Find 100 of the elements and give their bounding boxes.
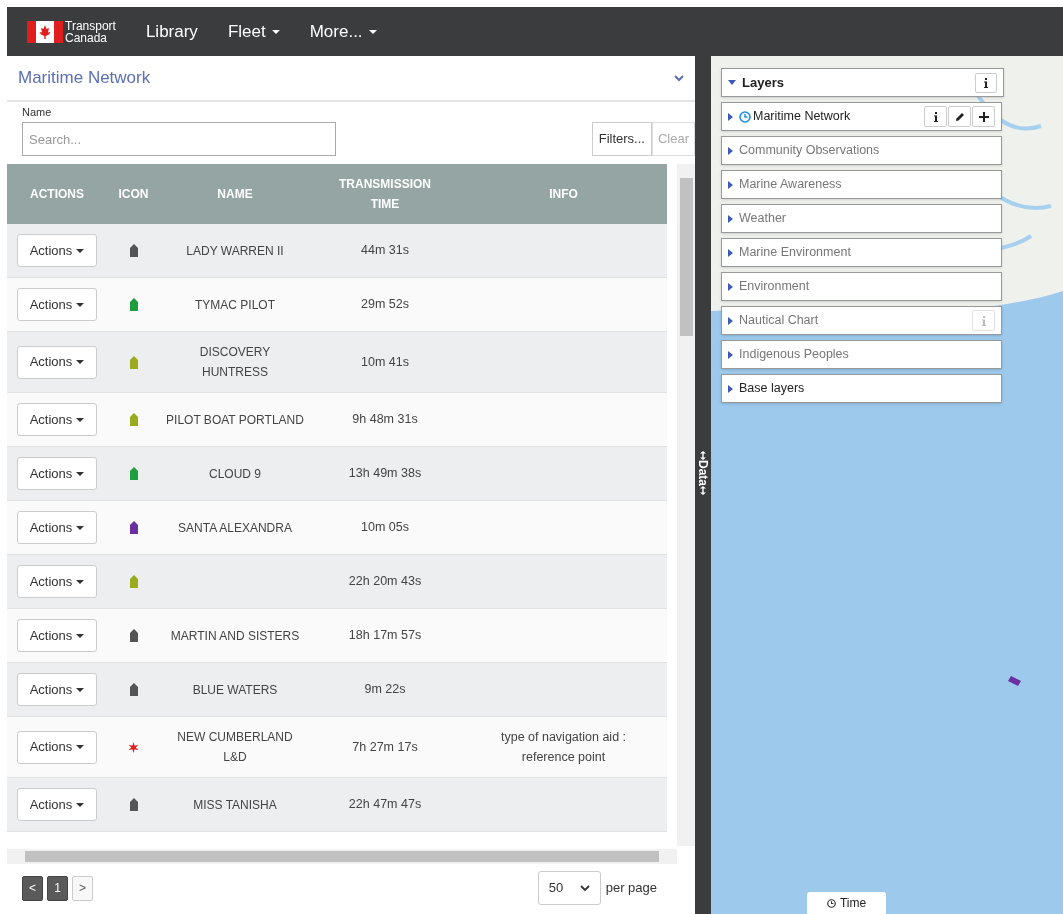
filters-button[interactable]: Filters... <box>591 122 652 156</box>
column-header: ICON <box>117 186 150 203</box>
actions-button[interactable]: Actions <box>17 565 97 598</box>
table-cell: 10m 05s <box>361 520 409 535</box>
add-button[interactable] <box>972 106 995 127</box>
table-cell: NEW CUMBERLAND L&D <box>177 730 293 764</box>
actions-button[interactable]: Actions <box>17 788 97 821</box>
edit-button[interactable] <box>948 106 971 127</box>
caret-icon <box>76 471 85 476</box>
page-button[interactable]: 1 <box>47 875 68 901</box>
table-row[interactable]: Actions PILOT BOAT PORTLAND 9h 48m 31s <box>7 393 667 447</box>
table-cell: SANTA ALEXANDRA <box>178 520 292 535</box>
brand-text: Canada <box>65 31 108 44</box>
actions-button[interactable]: Actions <box>17 457 97 490</box>
table-cell: 7h 27m 17s <box>352 739 418 754</box>
caret-icon <box>76 687 85 692</box>
table-cell: 13h 49m 38s <box>348 466 422 481</box>
layer-item[interactable]: Nautical Chart <box>721 306 1002 335</box>
actions-button[interactable]: Actions <box>17 511 97 544</box>
layer-item[interactable]: Base layers <box>721 374 1002 403</box>
table-cell: 44m 31s <box>361 243 409 258</box>
table-row[interactable]: Actions TYMAC PILOT 29m 52s <box>7 278 667 332</box>
table-row[interactable]: Actions SANTA ALEXANDRA 10m 05s <box>7 501 667 555</box>
layer-label: Nautical Chart <box>739 312 819 330</box>
caret-icon <box>728 248 733 257</box>
column-header: TRANSMISSION TIME <box>338 176 432 213</box>
nav-link[interactable]: Library <box>145 18 198 45</box>
layer-label: Marine Environment <box>739 244 851 262</box>
actions-button[interactable]: Actions <box>17 673 97 706</box>
actions-button[interactable]: Actions <box>17 619 97 652</box>
table-row[interactable]: Actions MISS TANISHA 22h 47m 47s <box>7 778 667 832</box>
per-page-select[interactable]: 50 <box>537 871 601 905</box>
table-cell: 9m 22s <box>364 682 406 697</box>
caret-icon <box>728 384 733 393</box>
resize-arrow-icon <box>700 451 706 460</box>
layer-item[interactable]: Environment <box>721 272 1002 301</box>
chevron-down-icon[interactable] <box>674 74 684 82</box>
layer-label: Environment <box>739 278 810 296</box>
layers-title: Layers <box>742 73 784 92</box>
caret-icon <box>76 802 85 807</box>
page-button[interactable]: > <box>72 875 93 901</box>
layer-item[interactable]: Indigenous Peoples <box>721 340 1002 369</box>
table-row[interactable]: Actions MARTIN AND SISTERS 18h 17m 57s <box>7 609 667 663</box>
layer-label: Weather <box>739 210 786 228</box>
layer-label: Indigenous Peoples <box>739 346 849 364</box>
table-cell: CLOUD 9 <box>209 466 261 481</box>
caret-icon <box>728 350 733 359</box>
caret-icon <box>728 214 733 223</box>
table-cell: type of navigation aid : reference point <box>500 730 627 764</box>
actions-button[interactable]: Actions <box>17 345 97 379</box>
info-button[interactable] <box>924 106 947 127</box>
nav-link[interactable]: More... <box>309 18 377 45</box>
table-cell: MARTIN AND SISTERS <box>170 628 300 643</box>
actions-button[interactable]: Actions <box>17 403 97 436</box>
horizontal-scrollbar[interactable] <box>7 849 677 864</box>
info-button[interactable] <box>975 72 997 93</box>
vertical-scrollbar[interactable] <box>677 164 695 846</box>
info-icon <box>984 77 988 88</box>
clock-icon <box>826 898 836 908</box>
layers-header[interactable]: Layers <box>721 68 1004 97</box>
table-row[interactable]: Actions 22h 20m 43s <box>7 555 667 609</box>
time-button[interactable]: Time <box>807 892 886 914</box>
layer-item[interactable]: Weather <box>721 204 1002 233</box>
table-row[interactable]: Actions BLUE WATERS 9m 22s <box>7 663 667 717</box>
actions-button[interactable]: Actions <box>17 730 97 764</box>
table-row[interactable]: Actions NEW CUMBERLAND L&D 7h 27m 17s type of navigation aid : reference point <box>7 717 667 778</box>
layer-item[interactable]: Marine Awareness <box>721 170 1002 199</box>
column-header: NAME <box>216 186 254 203</box>
table-cell: 10m 41s <box>361 354 409 369</box>
pencil-icon <box>954 111 965 122</box>
data-handle-label: Data <box>695 460 711 486</box>
layer-label: Community Observations <box>739 142 880 160</box>
table-cell: 29m 52s <box>361 297 409 312</box>
caret-icon <box>76 360 85 364</box>
per-page-label: per page <box>605 879 657 898</box>
table-row[interactable]: Actions LADY WARREN II 44m 31s <box>7 224 667 278</box>
layer-item[interactable]: Community Observations <box>721 136 1002 165</box>
actions-button[interactable]: Actions <box>17 234 97 267</box>
caret-icon <box>728 316 733 325</box>
search-field[interactable]: Search... <box>22 122 336 156</box>
layer-item[interactable]: Maritime Network <box>721 102 1002 131</box>
flag-icon <box>27 20 63 43</box>
table-cell: PILOT BOAT PORTLAND <box>166 412 304 427</box>
layer-label: Marine Awareness <box>739 176 842 194</box>
caret-icon <box>76 745 85 749</box>
brand-text: Transport <box>65 19 116 32</box>
table-cell: 18h 17m 57s <box>348 628 422 643</box>
actions-button[interactable]: Actions <box>17 288 97 321</box>
caret-icon <box>728 180 733 189</box>
data-handle[interactable]: Data <box>695 56 711 914</box>
column-header: ACTIONS <box>29 186 85 203</box>
table-row[interactable]: Actions DISCOVERY HUNTRESS 10m 41s <box>7 332 667 393</box>
info-icon <box>933 111 938 122</box>
caret-icon <box>728 282 733 291</box>
vessel-marker[interactable] <box>1008 676 1021 686</box>
nav-link[interactable]: Fleet <box>227 18 280 45</box>
page-button[interactable]: < <box>22 875 43 901</box>
layer-item[interactable]: Marine Environment <box>721 238 1002 267</box>
table-row[interactable]: Actions CLOUD 9 13h 49m 38s <box>7 447 667 501</box>
table-cell: MISS TANISHA <box>193 797 277 812</box>
